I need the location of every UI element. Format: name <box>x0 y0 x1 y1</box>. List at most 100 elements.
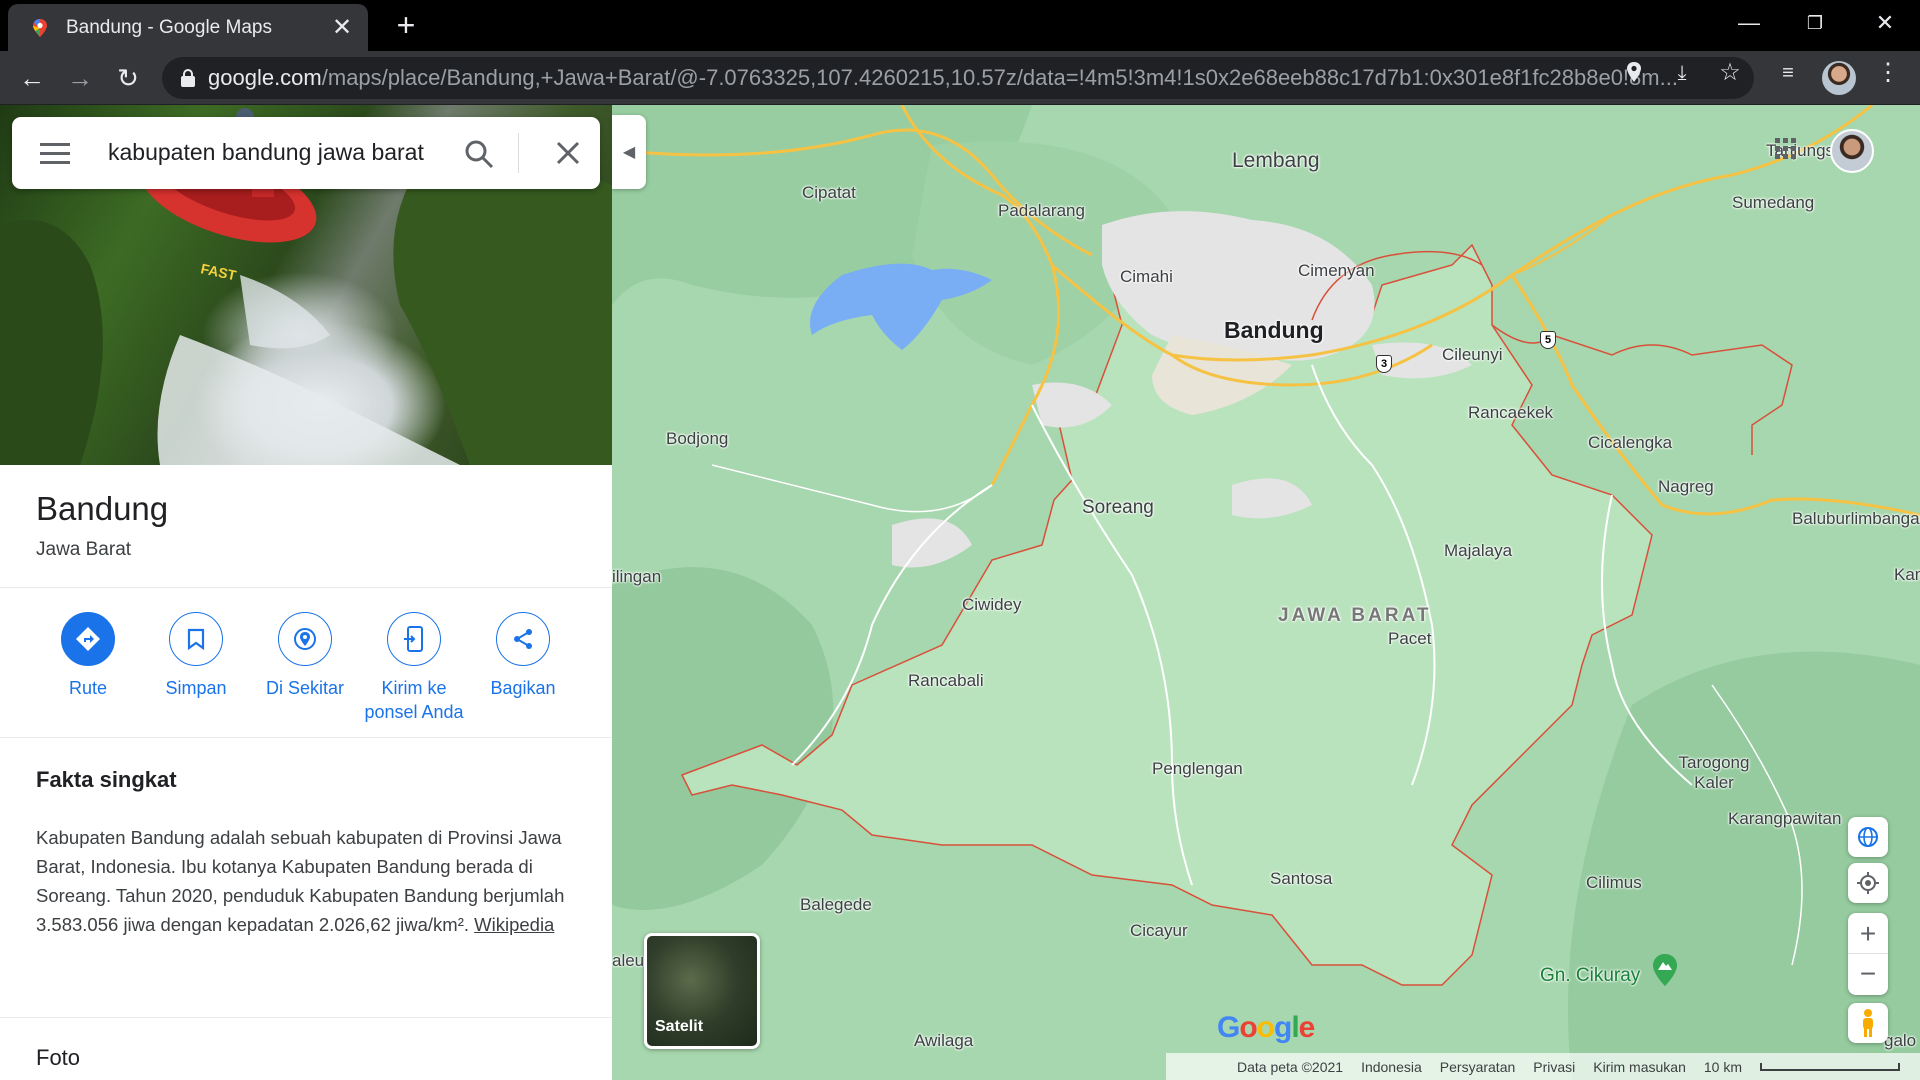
close-icon[interactable] <box>556 141 580 165</box>
route-3-shield: 3 <box>1376 355 1392 373</box>
nearby-button[interactable]: Di Sekitar <box>245 612 365 700</box>
map-label-jawa-barat: JAWA BARAT <box>1278 605 1432 626</box>
svg-text:FAST: FAST <box>199 260 238 283</box>
nearby-icon <box>294 628 316 650</box>
scale-bar[interactable] <box>1760 1062 1900 1071</box>
map-poi-cikuray[interactable]: Gn. Cikuray <box>1540 965 1640 987</box>
close-window-button[interactable]: ✕ <box>1862 8 1908 38</box>
directions-button[interactable]: Rute <box>28 612 148 700</box>
profile-avatar[interactable] <box>1822 61 1856 95</box>
search-box[interactable]: kabupaten bandung jawa barat <box>12 117 600 189</box>
star-icon[interactable]: ☆ <box>1718 61 1742 85</box>
map-label-cilimus: Cilimus <box>1586 873 1642 892</box>
map-label-cipatat: Cipatat <box>802 183 856 202</box>
share-button[interactable]: Bagikan <box>463 612 583 700</box>
country-link[interactable]: Indonesia <box>1361 1059 1422 1075</box>
feedback-link[interactable]: Kirim masukan <box>1593 1059 1686 1075</box>
globe-icon <box>1858 827 1878 847</box>
map-label-penglengan: Penglengan <box>1152 759 1243 778</box>
search-icon[interactable] <box>464 139 494 169</box>
tab-title: Bandung - Google Maps <box>66 16 272 38</box>
reload-button[interactable]: ↻ <box>112 62 144 94</box>
map-label-padalarang: Padalarang <box>998 201 1085 220</box>
bookmark-icon <box>187 628 205 650</box>
map-canvas[interactable]: 3 5 ◀ Lembang Cipatat Padalarang Cimahi … <box>612 105 1920 1080</box>
map-label-tarogong: Tarogong Kaler <box>1678 753 1750 792</box>
apps-grid-icon[interactable] <box>1774 137 1798 161</box>
map-data-attribution: Data peta ©2021 <box>1237 1058 1344 1075</box>
map-footer: Data peta ©2021 Indonesia Persyaratan Pr… <box>612 1053 1920 1080</box>
place-panel: FAST kabupaten bandung jawa barat Bandun… <box>0 105 612 1080</box>
photos-heading: Foto <box>36 1045 81 1070</box>
search-input[interactable]: kabupaten bandung jawa barat <box>108 139 424 166</box>
zoom-out-button[interactable]: − <box>1848 954 1888 994</box>
place-hero-photo[interactable]: FAST kabupaten bandung jawa barat <box>0 105 612 465</box>
map-label-cililin: ilingan <box>612 567 662 586</box>
divider <box>0 587 612 588</box>
install-icon[interactable]: ⤓ <box>1670 61 1694 85</box>
share-label: Bagikan <box>490 678 556 698</box>
satellite-toggle[interactable]: Satelit <box>644 933 760 1049</box>
wikipedia-link[interactable]: Wikipedia <box>474 914 554 935</box>
mountain-poi-icon[interactable] <box>1652 953 1678 987</box>
maps-pin-icon <box>33 18 47 37</box>
map-label-cimenyan: Cimenyan <box>1298 261 1375 280</box>
map-label-rancaekek: Rancaekek <box>1468 403 1554 422</box>
pegman-icon <box>1863 1009 1873 1037</box>
pegman-button[interactable] <box>1848 1003 1888 1043</box>
minimize-button[interactable]: — <box>1726 8 1772 38</box>
collapse-panel-button[interactable]: ◀ <box>612 115 646 189</box>
send-to-phone-label: Kirim ke ponsel Anda <box>364 678 464 722</box>
privacy-link[interactable]: Privasi <box>1533 1059 1575 1075</box>
facts-description: Kabupaten Bandung adalah sebuah kabupate… <box>36 823 566 939</box>
map-label-cileunyi: Cileunyi <box>1442 345 1503 364</box>
map-label-soreang: Soreang <box>1082 497 1154 518</box>
save-label: Simpan <box>165 678 227 698</box>
share-icon <box>514 629 532 649</box>
address-bar[interactable]: google.com/maps/place/Bandung,+Jawa+Bara… <box>162 57 1754 99</box>
phone-send-icon <box>404 626 423 652</box>
my-location-button[interactable] <box>1848 863 1888 903</box>
zoom-in-button[interactable]: + <box>1848 914 1888 954</box>
globe-view-button[interactable] <box>1848 817 1888 857</box>
close-tab-icon[interactable]: ✕ <box>330 15 354 40</box>
hamburger-menu-icon[interactable] <box>40 141 70 165</box>
route-5-shield: 5 <box>1540 331 1556 349</box>
map-label-bandung: Bandung <box>1224 317 1324 343</box>
save-button[interactable]: Simpan <box>136 612 256 700</box>
map-label-awilaga: Awilaga <box>914 1031 974 1050</box>
map-label-majalaya: Majalaya <box>1444 541 1513 560</box>
google-logo: Google <box>1217 1011 1315 1044</box>
place-subtitle: Jawa Barat <box>36 539 132 560</box>
directions-label: Rute <box>68 678 108 698</box>
map-label-baluburlimbangan: Baluburlimbangan <box>1792 509 1920 528</box>
new-tab-button[interactable]: + <box>390 9 422 42</box>
map-label-rancabali: Rancabali <box>908 671 984 690</box>
zoom-controls: + − <box>1848 913 1888 995</box>
map-label-sumedang: Sumedang <box>1732 193 1815 212</box>
map-label-santosa: Santosa <box>1270 869 1333 888</box>
facts-heading: Fakta singkat <box>36 767 177 792</box>
back-button[interactable]: ← <box>16 62 48 94</box>
map-label-ciwidey: Ciwidey <box>962 595 1022 614</box>
send-to-phone-button[interactable]: Kirim ke ponsel Anda <box>354 612 474 724</box>
divider <box>0 737 612 738</box>
more-menu-icon[interactable]: ⋮ <box>1876 61 1900 85</box>
location-pin-icon[interactable] <box>1622 61 1646 85</box>
account-avatar[interactable] <box>1830 129 1874 173</box>
media-queue-icon[interactable]: ≡ <box>1776 61 1800 85</box>
my-location-icon <box>1857 872 1879 894</box>
map-label-karangpawitan: Karangpawitan <box>1728 809 1842 828</box>
map-label-cicayur: Cicayur <box>1130 921 1188 940</box>
map-label-balegede: Balegede <box>800 895 872 914</box>
directions-icon <box>76 627 100 651</box>
forward-button[interactable]: → <box>64 62 96 94</box>
scale-label[interactable]: 10 km <box>1704 1059 1742 1075</box>
lock-icon <box>181 69 195 87</box>
browser-tab[interactable]: Bandung - Google Maps ✕ <box>8 4 368 51</box>
terms-link[interactable]: Persyaratan <box>1440 1059 1515 1075</box>
map-label-lembang: Lembang <box>1232 149 1320 172</box>
map-label-nagreg: Nagreg <box>1658 477 1714 496</box>
restore-button[interactable]: ❐ <box>1792 8 1838 38</box>
url-text: google.com/maps/place/Bandung,+Jawa+Bara… <box>208 65 1678 90</box>
